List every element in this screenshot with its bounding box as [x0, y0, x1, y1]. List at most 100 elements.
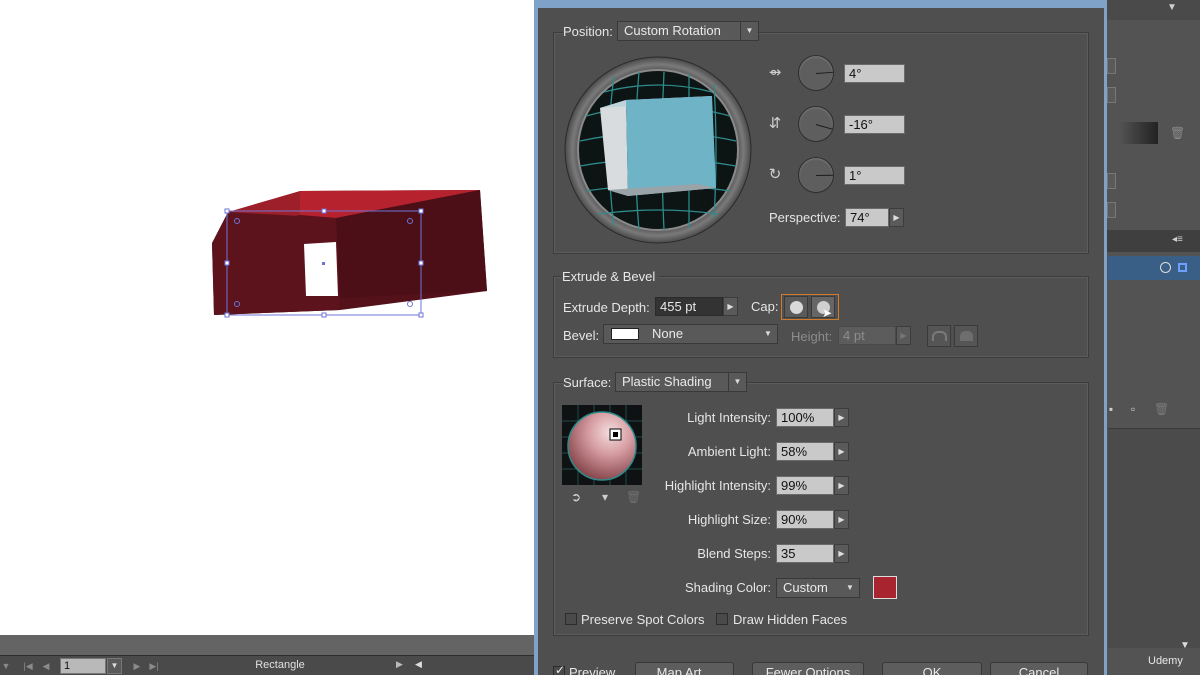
height-label: Height:	[791, 329, 833, 344]
light-intensity-label: Light Intensity:	[687, 410, 771, 425]
height-slider-toggle[interactable]: ▶	[896, 326, 911, 345]
watermark-logo: Udemy	[1148, 655, 1183, 667]
height-field[interactable]: 4 pt	[838, 326, 896, 345]
y-rotation-field[interactable]: -16°	[844, 115, 905, 134]
panel-field[interactable]	[1107, 173, 1116, 189]
panel-field[interactable]	[1107, 87, 1116, 103]
trash-icon[interactable]: 🗑	[1170, 126, 1185, 140]
rotation-track-cube[interactable]	[564, 56, 752, 244]
extrude-bevel-title: Extrude & Bevel	[562, 269, 660, 284]
cancel-button[interactable]: Cancel	[990, 662, 1088, 675]
preview-checkbox[interactable]: ✓	[553, 663, 566, 675]
highlight-size-field[interactable]: 90%	[776, 510, 834, 529]
map-art-button[interactable]: Map Art...	[635, 662, 734, 675]
x-rotation-field[interactable]: 4°	[844, 64, 905, 83]
shading-color-select-value: Custom	[783, 580, 828, 595]
bevel-in-icon	[960, 331, 973, 341]
status-bar: ▼ |◀ ◀ 1 ▼ ▶ ▶| Rectangle ▶ ◀	[0, 655, 534, 675]
artboard-canvas[interactable]	[0, 0, 534, 635]
new-light-icon[interactable]: ▾	[598, 490, 612, 504]
bevel-select-value: None	[652, 326, 684, 341]
scroll-left-icon[interactable]: ◀	[415, 659, 422, 670]
bevel-extent-out-button[interactable]	[927, 325, 951, 347]
chevron-down-icon: ▼	[764, 329, 772, 338]
layers-panel-header: ◂≡	[1104, 230, 1200, 252]
chevron-down-icon: ▼	[728, 373, 746, 391]
checkmark-icon: ✓	[555, 663, 566, 675]
handle-tr	[418, 208, 424, 214]
blend-steps-field[interactable]: 35	[776, 544, 834, 563]
last-artboard-icon[interactable]: ▶|	[148, 659, 160, 673]
status-label: Rectangle	[255, 659, 305, 671]
fewer-options-button[interactable]: Fewer Options	[752, 662, 864, 675]
z-rotation-dial[interactable]	[798, 157, 834, 193]
scroll-down-icon[interactable]: ▼	[1180, 640, 1190, 651]
highlight-intensity-slider-toggle[interactable]: ▶	[834, 476, 849, 495]
dialog-title-bar[interactable]	[534, 0, 1107, 8]
ambient-light-slider-toggle[interactable]: ▶	[834, 442, 849, 461]
x-rotation-dial[interactable]	[798, 55, 834, 91]
lighting-sphere-preview[interactable]	[562, 405, 642, 485]
zoom-dropdown-icon[interactable]: ▼	[0, 659, 12, 673]
extruded-shape-artwork[interactable]	[0, 0, 534, 635]
artboard-dropdown-icon[interactable]: ▼	[107, 658, 122, 674]
panel-header: ▼	[1104, 0, 1200, 20]
delete-light-icon[interactable]: 🗑	[626, 490, 641, 504]
bevel-select[interactable]: None ▼	[603, 324, 778, 344]
surface-select[interactable]: Plastic Shading ▼	[615, 372, 747, 392]
first-artboard-icon[interactable]: |◀	[22, 659, 34, 673]
draw-hidden-faces-checkbox[interactable]	[716, 613, 728, 625]
highlight-intensity-field[interactable]: 99%	[776, 476, 834, 495]
blend-steps-slider-toggle[interactable]: ▶	[834, 544, 849, 563]
panel-dropdown-icon[interactable]: ▼	[1167, 2, 1177, 13]
highlight-size-slider-toggle[interactable]: ▶	[834, 510, 849, 529]
shading-color-swatch[interactable]	[873, 576, 897, 599]
dialog-button-row: ✓ Preview Map Art... Fewer Options OK Ca…	[538, 658, 1107, 675]
perspective-field[interactable]: 74°	[845, 208, 889, 227]
handle-bl	[224, 312, 230, 318]
y-axis-rotation-icon: ⇵	[768, 115, 782, 132]
previous-artboard-icon[interactable]: ◀	[40, 659, 52, 673]
perspective-slider-toggle[interactable]: ▶	[889, 208, 904, 227]
z-rotation-field[interactable]: 1°	[844, 166, 905, 185]
chevron-down-icon: ▼	[846, 583, 854, 592]
ambient-light-field[interactable]: 58%	[776, 442, 834, 461]
draw-hidden-faces-label: Draw Hidden Faces	[733, 612, 848, 627]
handle-mr	[418, 260, 424, 266]
bevel-extent-in-button[interactable]	[954, 325, 978, 347]
position-select[interactable]: Custom Rotation ▼	[617, 21, 759, 41]
target-icon[interactable]	[1160, 262, 1171, 273]
gradient-swatch[interactable]	[1118, 122, 1158, 144]
highlight-intensity-label: Highlight Intensity:	[664, 478, 771, 493]
extrude-depth-field[interactable]: 455 pt	[655, 297, 723, 316]
shading-color-select[interactable]: Custom ▼	[776, 578, 860, 598]
handle-tc	[321, 208, 327, 214]
new-sublayer-icon[interactable]: ▫	[1126, 402, 1140, 416]
panel-field[interactable]	[1107, 202, 1116, 218]
move-light-to-back-icon[interactable]: ➲	[569, 490, 583, 504]
light-intensity-field[interactable]: 100%	[776, 408, 834, 427]
layer-row-selected[interactable]	[1108, 256, 1200, 280]
bevel-out-icon	[932, 331, 947, 341]
light-intensity-slider-toggle[interactable]: ▶	[834, 408, 849, 427]
delete-layer-icon[interactable]: 🗑	[1154, 402, 1169, 416]
ok-button[interactable]: OK	[882, 662, 982, 675]
preserve-spot-colors-checkbox[interactable]	[565, 613, 577, 625]
selection-indicator-icon[interactable]	[1178, 263, 1187, 272]
y-rotation-dial[interactable]	[798, 106, 834, 142]
mouse-cursor-icon: ➤	[822, 306, 833, 320]
status-menu-arrow-icon[interactable]: ▶	[396, 659, 403, 670]
extrude-depth-label: Extrude Depth:	[563, 300, 650, 315]
extrude-depth-slider-toggle[interactable]: ▶	[723, 297, 738, 316]
next-artboard-icon[interactable]: ▶	[131, 659, 143, 673]
bevel-preview-swatch	[611, 328, 639, 340]
handle-br	[418, 312, 424, 318]
panel-menu-icon[interactable]: ◂≡	[1172, 234, 1183, 245]
cap-on-icon	[790, 301, 803, 314]
cap-on-button[interactable]	[784, 296, 808, 318]
artboard-number-field[interactable]: 1	[60, 658, 106, 674]
highlight-size-label: Highlight Size:	[687, 512, 771, 527]
blend-steps-label: Blend Steps:	[697, 546, 771, 561]
panel-field[interactable]	[1107, 58, 1116, 74]
surface-select-value: Plastic Shading	[622, 374, 712, 389]
